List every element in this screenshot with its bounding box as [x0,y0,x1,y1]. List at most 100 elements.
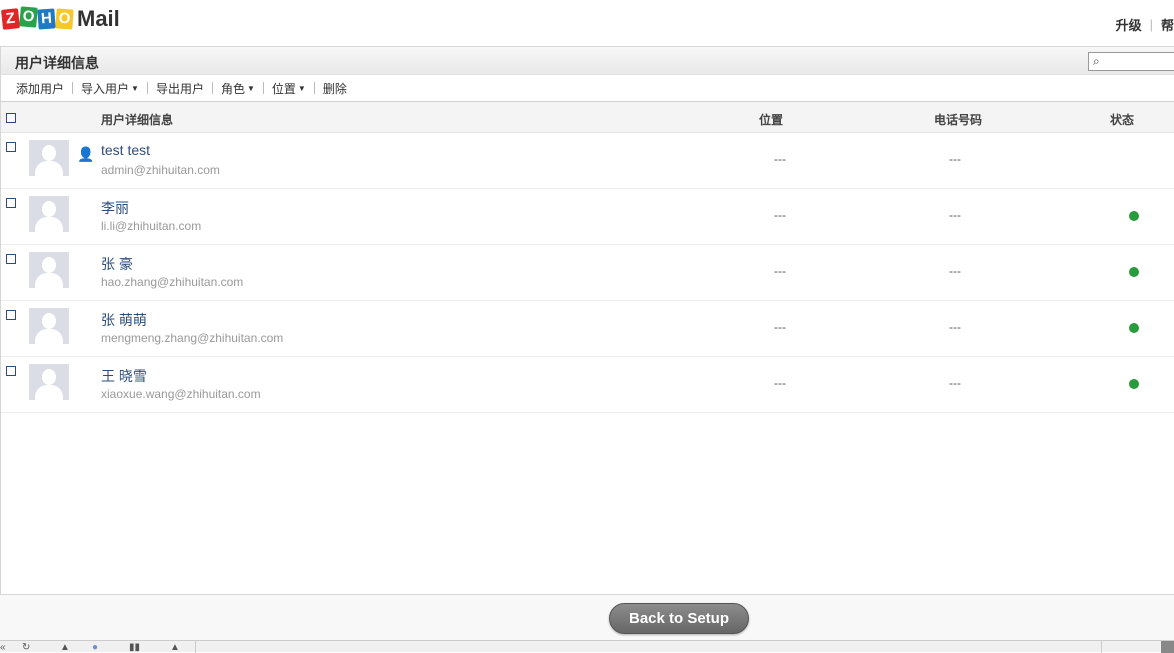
role-label: 角色 [220,81,245,96]
status-active-icon [1129,211,1139,221]
export-users-button[interactable]: 导出用户 [156,80,204,97]
divider [313,82,315,94]
column-header-phone[interactable]: 电话号码 [934,111,982,128]
avatar [29,196,69,232]
user-phone: --- [949,320,961,334]
logo-letter: H [37,8,56,30]
user-phone: --- [949,152,961,166]
divider [146,82,148,94]
footer: Back to Setup [0,594,1174,640]
row-checkbox[interactable] [6,142,16,152]
user-location: --- [774,208,786,222]
divider [262,82,264,94]
top-links: 升级 | 帮 [1116,15,1174,34]
add-user-button[interactable]: 添加用户 [16,80,64,97]
avatar-head [42,369,56,385]
row-checkbox[interactable] [6,198,16,208]
user-row[interactable]: 王 晓雪 xiaoxue.wang@zhihuitan.com --- --- [1,357,1174,413]
top-bar: Z O H O Mail 升级 | 帮 [0,0,1174,46]
bottom-taskbar: « ↻ ▲ ● ▮▮ ▲ [0,640,1174,653]
avatar-head [42,257,56,273]
user-name-link[interactable]: 张 萌萌 [101,310,147,330]
user-details-panel: 用户详细信息 ⌕ 添加用户 导入用户 ▼ 导出用户 角色 ▼ 位置 ▼ 删除 用户详细… [0,46,1174,594]
user-email: xiaoxue.wang@zhihuitan.com [101,387,261,401]
user-location: --- [774,320,786,334]
row-checkbox[interactable] [6,254,16,264]
grid-menu-icon[interactable] [1161,641,1174,653]
user-name-link[interactable]: test test [101,142,150,158]
user-row[interactable]: 张 豪 hao.zhang@zhihuitan.com --- --- [1,245,1174,301]
delete-button[interactable]: 删除 [323,80,347,97]
location-dropdown[interactable]: 位置 ▼ [272,80,306,97]
avatar-body [35,217,63,232]
user-row[interactable]: 张 萌萌 mengmeng.zhang@zhihuitan.com --- --… [1,301,1174,357]
avatar-body [35,273,63,288]
user-name-link[interactable]: 张 豪 [101,254,133,274]
user-email: hao.zhang@zhihuitan.com [101,275,244,289]
divider [211,82,213,94]
upgrade-link[interactable]: 升级 [1116,15,1142,34]
avatar-body [35,385,63,400]
panel-header: 用户详细信息 ⌕ [1,47,1174,75]
avatar-body [35,329,63,344]
column-header-status[interactable]: 状态 [1110,111,1134,128]
user-email: li.li@zhihuitan.com [101,219,202,233]
import-users-dropdown[interactable]: 导入用户 ▼ [81,80,139,97]
avatar [29,140,69,176]
search-input[interactable]: ⌕ [1088,52,1174,71]
user-phone: --- [949,264,961,278]
avatar-head [42,313,56,329]
avatar-head [42,145,56,161]
user-row[interactable]: 李丽 li.li@zhihuitan.com --- --- [1,189,1174,245]
back-to-setup-button[interactable]: Back to Setup [609,603,749,634]
add-user-label: 添加用户 [16,81,65,96]
column-header-details[interactable]: 用户详细信息 [101,111,173,128]
status-active-icon [1129,379,1139,389]
divider [72,82,74,94]
avatar [29,308,69,344]
zoho-mail-logo[interactable]: Z O H O Mail [1,6,120,32]
logo-letter: Z [1,8,20,30]
export-users-label: 导出用户 [155,81,204,96]
user-location: --- [774,376,786,390]
user-location: --- [774,264,786,278]
user-phone: --- [949,208,961,222]
divider: | [1149,17,1153,32]
logo-letter: O [55,8,74,30]
column-header-location[interactable]: 位置 [759,111,783,128]
role-dropdown[interactable]: 角色 ▼ [221,80,255,97]
user-email: mengmeng.zhang@zhihuitan.com [101,331,284,345]
logo-product-name: Mail [77,6,120,31]
row-checkbox[interactable] [6,310,16,320]
user-list: 👤 test test admin@zhihuitan.com --- --- … [1,133,1174,413]
user-row[interactable]: 👤 test test admin@zhihuitan.com --- --- [1,133,1174,189]
row-checkbox[interactable] [6,366,16,376]
avatar-body [35,161,63,176]
select-all-checkbox[interactable] [6,113,16,123]
user-email: admin@zhihuitan.com [101,163,220,177]
admin-lock-icon: 👤 [77,146,95,162]
avatar-head [42,201,56,217]
user-name-link[interactable]: 王 晓雪 [101,366,147,386]
caret-down-icon: ▼ [297,83,306,93]
status-active-icon [1129,267,1139,277]
divider [1101,641,1102,653]
divider [195,641,196,653]
location-label: 位置 [271,81,296,96]
help-link[interactable]: 帮 [1161,15,1174,34]
logo-letter: O [19,6,38,28]
toolbar: 添加用户 导入用户 ▼ 导出用户 角色 ▼ 位置 ▼ 删除 [1,75,1174,102]
search-icon: ⌕ [1093,54,1100,68]
avatar [29,364,69,400]
caret-down-icon: ▼ [131,83,139,93]
avatar [29,252,69,288]
import-users-label: 导入用户 [81,81,130,96]
caret-down-icon: ▼ [246,83,255,93]
page-title: 用户详细信息 [15,55,99,71]
user-phone: --- [949,376,961,390]
user-location: --- [774,152,786,166]
user-name-link[interactable]: 李丽 [101,198,129,218]
status-active-icon [1129,323,1139,333]
table-header: 用户详细信息 位置 电话号码 状态 [1,102,1174,133]
delete-label: 删除 [322,81,347,96]
